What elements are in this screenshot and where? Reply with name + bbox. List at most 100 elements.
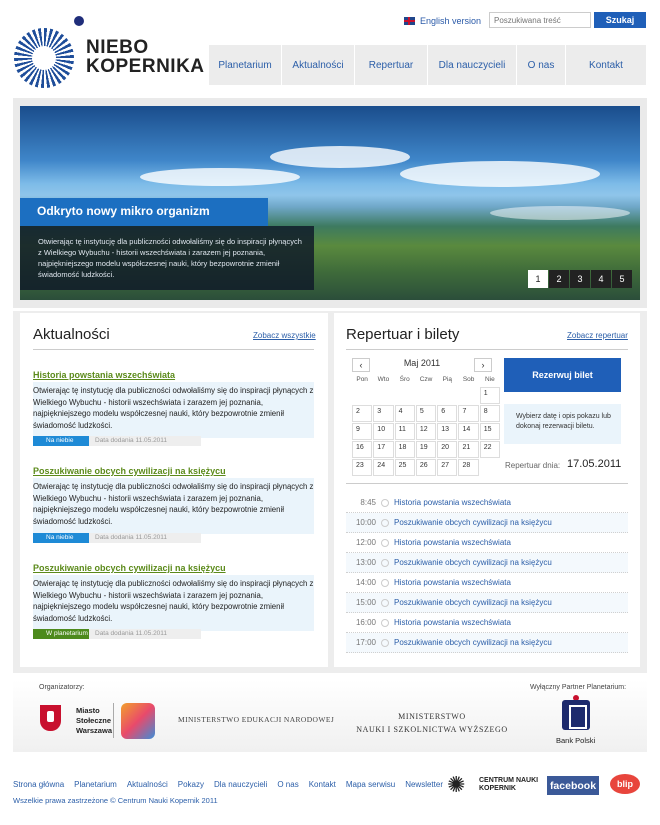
footer-link-about[interactable]: O nas [277,780,298,789]
cnk-star-icon: ✺ [447,772,466,797]
calendar-empty-cell [480,459,500,476]
logo[interactable]: NIEBO KOPERNIKA [14,16,204,88]
schedule-row[interactable]: 14:00 Historia powstania wszechświata [346,573,628,593]
schedule-title[interactable]: Historia powstania wszechświata [394,618,511,627]
calendar-day[interactable]: 7 [458,405,479,422]
ministry-science-logo[interactable]: MINISTERSTWO NAUKI I SZKOLNICTWA WYŻSZEG… [352,710,512,736]
warsaw-kids-logo-icon[interactable] [121,703,155,739]
calendar-day[interactable]: 16 [352,441,373,458]
footer-link-home[interactable]: Strona główna [13,780,64,789]
news-item-heading[interactable]: Poszukiwanie obcych cywilizacji na księż… [33,466,226,476]
calendar-next-button[interactable]: › [474,358,492,372]
news-item-date: Data dodania 11.05.2011 [89,629,201,639]
calendar-day[interactable]: 13 [437,423,458,440]
language-link[interactable]: English version [404,16,481,26]
schedule-row[interactable]: 13:00 Poszukiwanie obcych cywilizacji na … [346,553,628,573]
calendar-day[interactable]: 25 [394,459,415,476]
calendar-day[interactable]: 19 [415,441,437,458]
schedule-row[interactable]: 17:00 Poszukiwanie obcych cywilizacji na … [346,633,628,653]
calendar-day[interactable]: 4 [394,405,415,422]
schedule-title[interactable]: Poszukiwanie obcych cywilizacji na księż… [394,558,552,567]
hero-page-button[interactable]: 4 [591,270,611,288]
book-ticket-button[interactable]: Rezerwuj bilet [504,358,621,392]
calendar-day[interactable]: 28 [458,459,479,476]
schedule-row[interactable]: 12:00 Historia powstania wszechświata [346,533,628,553]
ministry-science-line: NAUKI I SZKOLNICTWA WYŻSZEGO [356,725,508,734]
warsaw-crest-icon[interactable] [40,705,61,731]
search-button[interactable]: Szukaj [594,12,646,28]
hero-page-button[interactable]: 2 [549,270,569,288]
schedule-row[interactable]: 8:45 Historia powstania wszechświata [346,493,628,513]
pko-bank-logo-icon[interactable] [562,700,590,730]
schedule-time: 13:00 [355,558,376,567]
news-item-tag[interactable]: Na niebie [33,436,89,446]
schedule-title[interactable]: Poszukiwanie obcych cywilizacji na księż… [394,518,552,527]
schedule-title[interactable]: Historia powstania wszechświata [394,538,511,547]
nav-item-repertuar[interactable]: Repertuar [355,45,427,85]
calendar-day[interactable]: 18 [394,441,415,458]
facebook-button[interactable]: facebook [547,776,599,795]
footer-link-contact[interactable]: Kontakt [309,780,336,789]
calendar-day[interactable]: 12 [415,423,437,440]
nav-item-planetarium[interactable]: Planetarium [209,45,281,85]
nav-item-o-nas[interactable]: O nas [517,45,565,85]
calendar-day[interactable]: 8 [479,405,501,422]
calendar-day[interactable]: 6 [437,405,458,422]
news-see-all-link[interactable]: Zobacz wszystkie [253,331,316,340]
nav-item-dla-nauczycieli[interactable]: Dla nauczycieli [428,45,516,85]
footer-link-news[interactable]: Aktualności [127,780,168,789]
news-item-heading[interactable]: Poszukiwanie obcych cywilizacji na księż… [33,563,226,573]
repertoire-see-link[interactable]: Zobacz repertuar [567,331,628,340]
news-item-heading[interactable]: Historia powstania wszechświata [33,370,175,380]
clock-icon [381,578,389,587]
news-item-tag[interactable]: W planetarium [33,629,89,639]
calendar-day[interactable]: 20 [437,441,458,458]
calendar-day[interactable]: 2 [352,405,373,422]
calendar-day[interactable]: 17 [373,441,394,458]
logo-line-1: NIEBO [86,37,149,58]
hero-page-button[interactable]: 5 [612,270,632,288]
footer-link-sitemap[interactable]: Mapa serwisu [346,780,395,789]
blip-button[interactable]: blip [610,774,640,794]
calendar-day[interactable]: 14 [458,423,479,440]
footer-link-planetarium[interactable]: Planetarium [74,780,117,789]
ministry-education-logo[interactable]: MINISTERSTWO EDUKACJI NARODOWEJ [178,715,334,724]
schedule-row[interactable]: 10:00 Poszukiwanie obcych cywilizacji na … [346,513,628,533]
footer-link-shows[interactable]: Pokazy [178,780,204,789]
hero-page-button[interactable]: 1 [528,270,548,288]
calendar-day[interactable]: 1 [479,387,501,404]
booking-hint: Wybierz datę i opis pokazu lub dokonaj r… [504,404,621,444]
calendar-day[interactable]: 24 [373,459,394,476]
warsaw-logo-text[interactable]: Miasto Stołeczne Warszawa [76,706,112,736]
calendar-day[interactable]: 27 [437,459,458,476]
calendar-day[interactable]: 3 [373,405,394,422]
hero-title[interactable]: Odkryto nowy mikro organizm [20,198,268,226]
calendar-day[interactable]: 23 [352,459,373,476]
calendar-day[interactable]: 11 [394,423,415,440]
schedule-row[interactable]: 15:00 Poszukiwanie obcych cywilizacji na … [346,593,628,613]
calendar-day[interactable]: 5 [415,405,437,422]
schedule-title[interactable]: Historia powstania wszechświata [394,578,511,587]
footer-link-newsletter[interactable]: Newsletter [405,780,443,789]
schedule-title[interactable]: Historia powstania wszechświata [394,498,511,507]
calendar-day[interactable]: 15 [479,423,501,440]
cnk-logo[interactable]: ✺ CENTRUM NAUKI KOPERNIK [447,774,539,798]
search-input[interactable] [489,12,591,28]
cnk-logo-text: CENTRUM NAUKI KOPERNIK [479,777,538,793]
schedule-title[interactable]: Poszukiwanie obcych cywilizacji na księż… [394,598,552,607]
calendar-day[interactable]: 21 [458,441,479,458]
calendar-empty-cell [416,477,436,494]
calendar-empty-cell [437,387,457,404]
schedule-title[interactable]: Poszukiwanie obcych cywilizacji na księż… [394,638,552,647]
nav-item-aktualnosci[interactable]: Aktualności [282,45,354,85]
news-item-tag[interactable]: Na niebie [33,533,89,543]
calendar-day[interactable]: 26 [415,459,437,476]
footer-link-teachers[interactable]: Dla nauczycieli [214,780,267,789]
calendar-day[interactable]: 9 [352,423,373,440]
schedule-row[interactable]: 16:00 Historia powstania wszechświata [346,613,628,633]
schedule-time: 17:00 [355,638,376,647]
nav-item-kontakt[interactable]: Kontakt [566,45,646,85]
hero-page-button[interactable]: 3 [570,270,590,288]
calendar-day[interactable]: 10 [373,423,394,440]
calendar-day[interactable]: 22 [479,441,501,458]
